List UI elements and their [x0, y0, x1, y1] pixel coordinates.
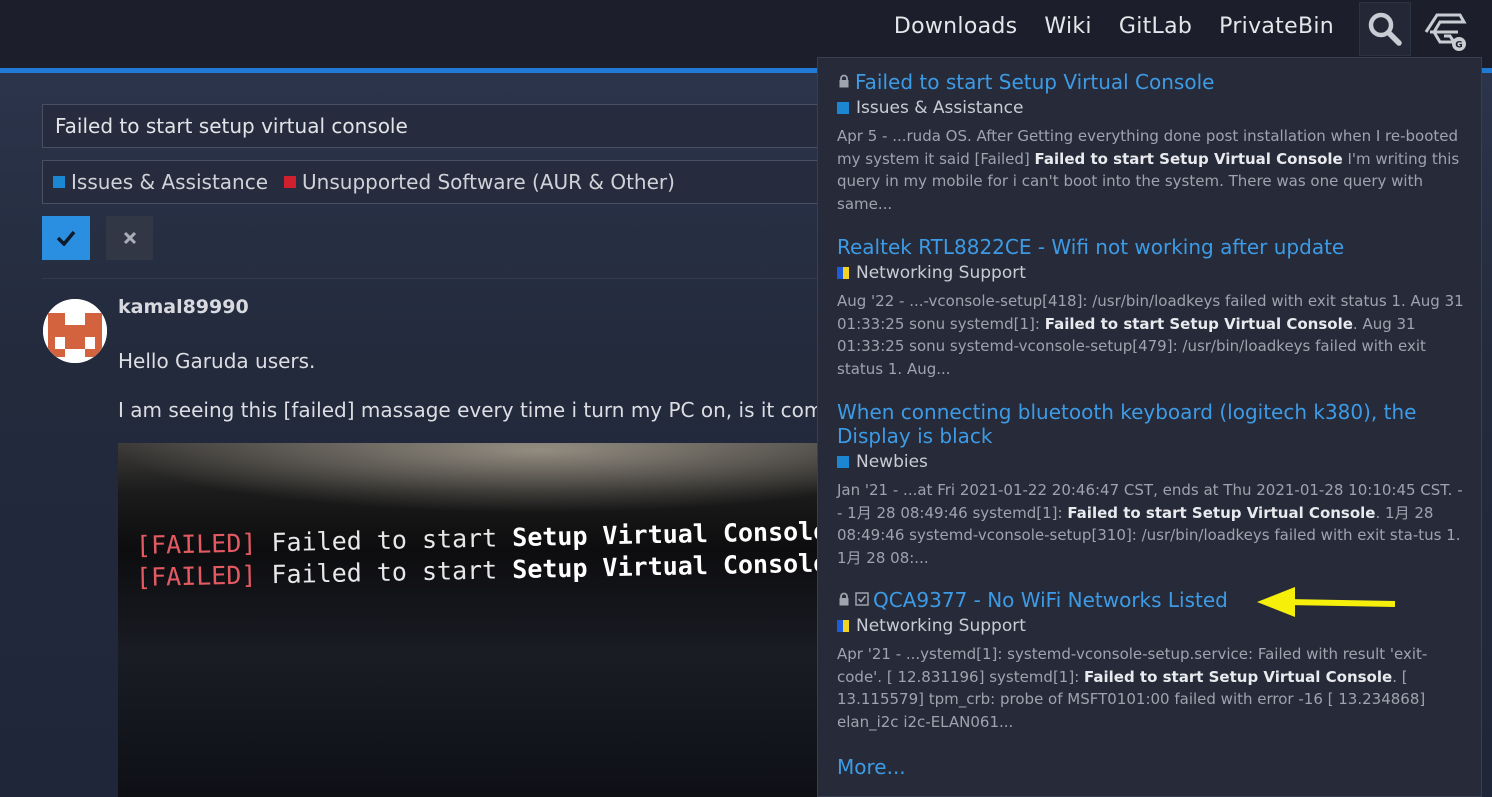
result-category[interactable]: Networking Support	[856, 263, 1026, 283]
topic-title-value: Failed to start setup virtual console	[55, 114, 408, 138]
cancel-edit-button[interactable]	[106, 216, 153, 260]
nav-link-privatebin[interactable]: PrivateBin	[1219, 14, 1334, 39]
search-button[interactable]	[1359, 2, 1411, 56]
svg-text:G: G	[1455, 41, 1462, 51]
search-result[interactable]: Realtek RTL8822CE - Wifi not working aft…	[837, 235, 1467, 380]
category-color-square	[837, 456, 849, 468]
nav-link-downloads[interactable]: Downloads	[894, 14, 1018, 39]
result-title-link[interactable]: Realtek RTL8822CE - Wifi not working aft…	[837, 235, 1344, 259]
post-photo[interactable]: [FAILED] Failed to start Setup Virtual C…	[118, 443, 818, 797]
result-category[interactable]: Networking Support	[856, 616, 1026, 636]
search-result[interactable]: Failed to start Setup Virtual Console Is…	[837, 70, 1467, 215]
lock-icon	[839, 592, 849, 606]
annotation-arrow-icon	[1257, 587, 1396, 617]
category-color-square	[284, 176, 297, 188]
category-tag-field[interactable]: Issues & Assistance Unsupported Software…	[42, 160, 832, 204]
post-text: I am seeing this [failed] massage every …	[118, 398, 824, 422]
category-color-square	[837, 267, 849, 279]
category-color-square	[837, 620, 849, 632]
result-excerpt: Aug '22 - ...-vconsole-setup[418]: /usr/…	[837, 292, 1464, 378]
search-result[interactable]: When connecting bluetooth keyboard (logi…	[837, 400, 1467, 569]
result-excerpt: Apr 5 - ...ruda OS. After Getting everyt…	[837, 127, 1460, 213]
solved-checkbox-icon	[855, 592, 869, 606]
result-category[interactable]: Issues & Assistance	[856, 98, 1023, 118]
result-title-link[interactable]: QCA9377 - No WiFi Networks Listed	[873, 588, 1228, 612]
category-label: Unsupported Software (AUR & Other)	[302, 170, 675, 194]
category-label: Issues & Assistance	[71, 170, 269, 194]
result-title-link[interactable]: Failed to start Setup Virtual Console	[855, 70, 1214, 94]
nav-links: Downloads Wiki GitLab PrivateBin	[894, 14, 1334, 39]
close-icon	[123, 231, 136, 245]
check-icon	[56, 230, 76, 246]
category-color-square	[837, 102, 849, 114]
category-color-square	[53, 176, 65, 188]
search-icon	[1368, 12, 1402, 46]
result-title-link[interactable]: When connecting bluetooth keyboard (logi…	[837, 400, 1467, 448]
nav-link-wiki[interactable]: Wiki	[1044, 14, 1091, 39]
lock-icon	[839, 74, 849, 88]
search-results-dropdown: Failed to start Setup Virtual Console Is…	[817, 57, 1482, 797]
post-text: Hello Garuda users.	[118, 349, 316, 373]
result-excerpt: Jan '21 - ...at Fri 2021-01-22 20:46:47 …	[837, 481, 1463, 567]
post-username[interactable]: kamal89990	[118, 296, 249, 318]
more-results-link[interactable]: More...	[837, 755, 906, 779]
save-edit-button[interactable]	[42, 216, 90, 260]
result-excerpt: Apr '21 - ...ystemd[1]: systemd-vconsole…	[837, 645, 1428, 731]
result-category[interactable]: Newbies	[856, 452, 928, 472]
nav-link-gitlab[interactable]: GitLab	[1119, 14, 1192, 39]
garuda-logo-icon[interactable]: G	[1420, 10, 1470, 52]
divider	[42, 278, 822, 279]
topic-title-input[interactable]: Failed to start setup virtual console	[42, 104, 832, 148]
avatar[interactable]	[43, 299, 107, 363]
